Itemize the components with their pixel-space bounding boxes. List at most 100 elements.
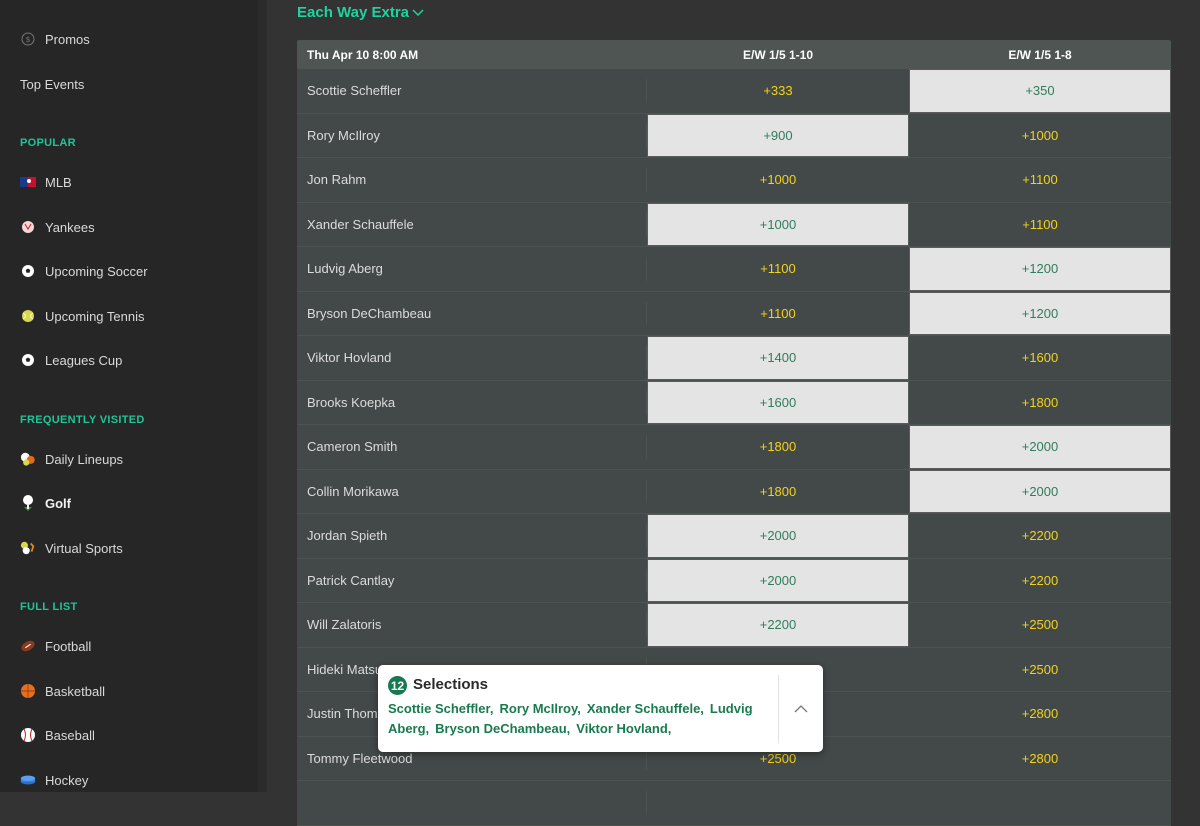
odds-button[interactable]: +350 bbox=[909, 69, 1171, 113]
sidebar-item-baseball[interactable]: Baseball bbox=[20, 723, 95, 747]
sidebar-section-heading: FULL LIST bbox=[20, 601, 78, 613]
odds-button[interactable]: +1800 bbox=[647, 425, 909, 469]
selection-name: Xander Schauffele, bbox=[586, 701, 704, 716]
odds-button[interactable]: +2000 bbox=[909, 469, 1171, 513]
odds-button[interactable]: +1800 bbox=[647, 470, 909, 514]
sidebar-item-golf[interactable]: Golf bbox=[20, 491, 71, 515]
yankees-logo-icon bbox=[20, 219, 36, 235]
table-row: Brooks Koepka +1600 +1800 bbox=[297, 380, 1171, 425]
sidebar-item-leagues-cup[interactable]: Leagues Cup bbox=[20, 348, 122, 372]
odds-button[interactable]: +1800 bbox=[909, 381, 1171, 425]
odds-button[interactable] bbox=[909, 781, 1171, 825]
expand-betslip-button[interactable] bbox=[779, 665, 823, 752]
player-name: Jon Rahm bbox=[297, 168, 647, 192]
odds-button[interactable]: +1400 bbox=[647, 336, 909, 380]
player-name bbox=[297, 791, 647, 815]
virtual-sports-icon bbox=[20, 540, 36, 556]
event-date: Thu Apr 10 8:00 AM bbox=[307, 47, 419, 62]
odds-button[interactable]: +1200 bbox=[909, 291, 1171, 335]
chevron-down-icon bbox=[412, 8, 424, 16]
tennis-ball-icon bbox=[20, 308, 36, 324]
player-name: Brooks Koepka bbox=[297, 390, 647, 414]
sidebar-item-label: Upcoming Soccer bbox=[45, 263, 148, 279]
table-row: Scottie Scheffler +333 +350 bbox=[297, 69, 1171, 114]
sidebar-item-label: Football bbox=[45, 638, 92, 654]
odds-button[interactable]: +900 bbox=[647, 113, 909, 157]
svg-text:$: $ bbox=[26, 37, 30, 44]
selection-name: Bryson DeChambeau, bbox=[435, 721, 571, 736]
sidebar-item-upcoming-soccer[interactable]: Upcoming Soccer bbox=[20, 259, 148, 283]
column-header-1-10: E/W 1/5 1-10 bbox=[742, 47, 814, 62]
selection-name: Viktor Hovland, bbox=[576, 721, 672, 736]
player-name: Cameron Smith bbox=[297, 435, 647, 459]
odds-button[interactable]: +2000 bbox=[647, 558, 909, 602]
player-name: Scottie Scheffler bbox=[297, 79, 647, 103]
odds-button[interactable]: +2000 bbox=[909, 425, 1171, 469]
column-header-1-8: E/W 1/5 1-8 bbox=[1008, 47, 1072, 62]
baseball-icon bbox=[20, 727, 36, 743]
selection-name: Scottie Scheffler, bbox=[388, 701, 494, 716]
hockey-puck-icon bbox=[20, 772, 36, 788]
table-row: Patrick Cantlay +2000 +2200 bbox=[297, 558, 1171, 603]
sidebar: $ Promos Top Events POPULAR MLB Yankees Upcomi… bbox=[0, 0, 267, 792]
sidebar-item-hockey[interactable]: Hockey bbox=[20, 768, 88, 792]
table-row: Jordan Spieth +2000 +2200 bbox=[297, 514, 1171, 559]
player-name: Patrick Cantlay bbox=[297, 568, 647, 592]
market-dropdown[interactable]: Each Way Extra bbox=[297, 4, 424, 21]
soccer-ball-icon bbox=[20, 352, 36, 368]
odds-button[interactable]: +1100 bbox=[647, 292, 909, 336]
table-row: Xander Schauffele +1000 +1100 bbox=[297, 202, 1171, 247]
basketball-icon bbox=[20, 683, 36, 699]
player-name: Viktor Hovland bbox=[297, 346, 647, 370]
table-row: Will Zalatoris +2200 +2500 bbox=[297, 603, 1171, 648]
table-row: Bryson DeChambeau +1100 +1200 bbox=[297, 291, 1171, 336]
sidebar-item-virtual-sports[interactable]: Virtual Sports bbox=[20, 536, 123, 560]
odds-button[interactable]: +2500 bbox=[909, 603, 1171, 647]
sidebar-item-label: Golf bbox=[45, 495, 71, 511]
sidebar-item-upcoming-tennis[interactable]: Upcoming Tennis bbox=[20, 304, 144, 328]
odds-button[interactable]: +333 bbox=[647, 69, 909, 113]
player-name: Bryson DeChambeau bbox=[297, 301, 647, 325]
odds-button[interactable]: +1200 bbox=[909, 247, 1171, 291]
odds-button[interactable]: +2200 bbox=[909, 559, 1171, 603]
selection-names: Scottie Scheffler, Rory McIlroy, Xander Sc… bbox=[388, 699, 768, 739]
selection-name: Rory McIlroy, bbox=[499, 701, 581, 716]
odds-button[interactable]: +2500 bbox=[909, 648, 1171, 692]
sidebar-item-basketball[interactable]: Basketball bbox=[20, 679, 105, 703]
table-row: Ludvig Aberg +1100 +1200 bbox=[297, 247, 1171, 292]
sidebar-item-yankees[interactable]: Yankees bbox=[20, 215, 95, 239]
selection-count-badge: 12 bbox=[388, 676, 407, 695]
odds-button[interactable] bbox=[647, 781, 909, 825]
odds-button[interactable]: +2800 bbox=[909, 692, 1171, 736]
sidebar-item-promos[interactable]: $ Promos bbox=[20, 27, 90, 51]
odds-button[interactable]: +2200 bbox=[647, 603, 909, 647]
odds-button[interactable]: +2800 bbox=[909, 737, 1171, 781]
odds-button[interactable]: +1100 bbox=[909, 158, 1171, 202]
table-row bbox=[297, 781, 1171, 826]
odds-button[interactable]: +2000 bbox=[647, 514, 909, 558]
football-icon bbox=[20, 638, 36, 654]
sidebar-item-football[interactable]: Football bbox=[20, 634, 91, 658]
sidebar-item-label: Upcoming Tennis bbox=[45, 308, 145, 324]
odds-button[interactable]: +2200 bbox=[909, 514, 1171, 558]
sidebar-item-label: Virtual Sports bbox=[45, 540, 123, 556]
sidebar-item-top-events[interactable]: Top Events bbox=[20, 72, 84, 96]
sidebar-section-heading: FREQUENTLY VISITED bbox=[20, 414, 145, 426]
sidebar-item-label: Daily Lineups bbox=[45, 451, 124, 467]
table-row: Collin Morikawa +1800 +2000 bbox=[297, 469, 1171, 514]
odds-button[interactable]: +1000 bbox=[909, 114, 1171, 158]
player-name: Xander Schauffele bbox=[297, 212, 647, 236]
sidebar-item-daily-lineups[interactable]: Daily Lineups bbox=[20, 447, 123, 471]
odds-button[interactable]: +1100 bbox=[909, 203, 1171, 247]
odds-button[interactable]: +1600 bbox=[647, 380, 909, 424]
odds-button[interactable]: +1100 bbox=[647, 247, 909, 291]
sidebar-item-mlb[interactable]: MLB bbox=[20, 170, 72, 194]
chevron-up-icon bbox=[794, 704, 808, 712]
betslip-summary[interactable]: 12 Selections Scottie Scheffler, Rory McI… bbox=[378, 665, 823, 752]
odds-button[interactable]: +1000 bbox=[647, 202, 909, 246]
odds-button[interactable]: +1600 bbox=[909, 336, 1171, 380]
table-row: Cameron Smith +1800 +2000 bbox=[297, 425, 1171, 470]
golf-tee-icon bbox=[20, 495, 36, 511]
odds-button[interactable]: +1000 bbox=[647, 158, 909, 202]
sidebar-item-label: Hockey bbox=[45, 772, 89, 788]
